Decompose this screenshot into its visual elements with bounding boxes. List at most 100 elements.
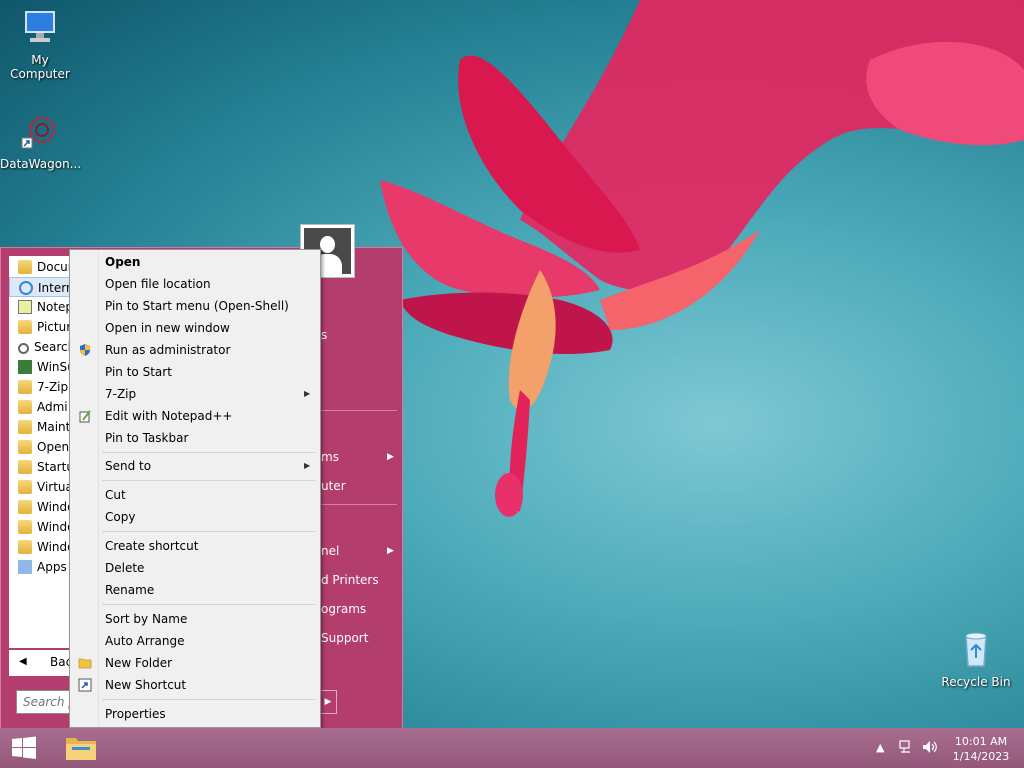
start-right-item-computer[interactable]: uter: [321, 479, 346, 493]
shutdown-arrow-button[interactable]: ▶: [319, 690, 337, 714]
separator: [319, 410, 397, 411]
start-right-item-default-programs[interactable]: ograms: [321, 602, 366, 616]
start-right-item-programs[interactable]: ms: [321, 450, 339, 464]
menu-item-send-to[interactable]: Send to ▶: [72, 455, 318, 477]
recycle-bin-icon: [965, 632, 987, 667]
start-right-item[interactable]: s: [321, 328, 327, 342]
menu-separator: [102, 531, 316, 532]
menu-item-label: Delete: [105, 561, 145, 575]
search-icon: [18, 343, 29, 354]
menu-item-label: Create shortcut: [105, 539, 199, 553]
submenu-arrow-icon: ▶: [387, 452, 394, 462]
folder-icon: [78, 658, 92, 669]
program-label: Admi: [37, 400, 68, 414]
menu-item-sort-by-name[interactable]: Sort by Name: [72, 608, 318, 630]
folder-icon: [18, 380, 32, 394]
menu-item-rename[interactable]: Rename: [72, 579, 318, 601]
folder-icon: [18, 320, 32, 334]
menu-item-pin-to-taskbar[interactable]: Pin to Taskbar: [72, 427, 318, 449]
menu-item-copy[interactable]: Copy: [72, 506, 318, 528]
computer-icon: [25, 11, 55, 42]
menu-item-open[interactable]: Open: [72, 251, 318, 273]
program-label: Apps: [37, 560, 67, 574]
submenu-arrow-icon: ▶: [304, 461, 311, 470]
menu-separator: [102, 480, 316, 481]
tray-show-hidden-icon[interactable]: ▲: [876, 741, 884, 754]
menu-separator: [102, 699, 316, 700]
program-label: Maint: [37, 420, 71, 434]
notepad-icon: [18, 300, 32, 314]
menu-separator: [102, 452, 316, 453]
winscp-icon: [18, 360, 32, 374]
windows-logo-icon: [12, 736, 36, 759]
menu-item-auto-arrange[interactable]: Auto Arrange: [72, 630, 318, 652]
menu-item-delete[interactable]: Delete: [72, 557, 318, 579]
program-label: Docur: [37, 260, 73, 274]
menu-item-edit-notepad-plus-plus[interactable]: Edit with Notepad++: [72, 405, 318, 427]
menu-item-label: Properties: [105, 707, 166, 721]
menu-item-run-as-admin[interactable]: Run as administrator: [72, 339, 318, 361]
desktop-icon-datawagon[interactable]: DataWagon...: [0, 112, 82, 171]
context-menu: Open Open file location Pin to Start men…: [69, 249, 321, 728]
desktop-icon-my-computer[interactable]: My Computer: [0, 8, 80, 81]
back-arrow-icon: ◀: [19, 656, 27, 667]
file-explorer-taskbar-button[interactable]: [62, 732, 100, 764]
start-button[interactable]: [8, 736, 40, 760]
menu-item-label: Edit with Notepad++: [105, 409, 233, 423]
taskbar: ▲ 10:01 AM 1/14/2023: [0, 728, 1024, 768]
menu-item-new-shortcut[interactable]: New Shortcut: [72, 674, 318, 696]
menu-item-pin-start-open-shell[interactable]: Pin to Start menu (Open-Shell): [72, 295, 318, 317]
program-label: WinS(: [37, 360, 72, 374]
menu-item-properties[interactable]: Properties: [72, 703, 318, 725]
desktop-icon-label: Recycle Bin: [941, 675, 1011, 689]
volume-icon[interactable]: [921, 739, 939, 755]
desktop-icon-label: My Computer: [10, 53, 70, 81]
folder-icon: [18, 500, 32, 514]
folder-icon: [18, 400, 32, 414]
folder-icon: [18, 420, 32, 434]
menu-item-open-file-location[interactable]: Open file location: [72, 273, 318, 295]
start-right-item-devices-printers[interactable]: d Printers: [321, 573, 379, 587]
start-right-item-help-support[interactable]: Support: [321, 631, 368, 645]
folder-icon: [18, 260, 32, 274]
clock-date: 1/14/2023: [952, 750, 1010, 763]
menu-item-label: Cut: [105, 488, 126, 502]
folder-icon: [18, 520, 32, 534]
menu-item-7zip[interactable]: 7-Zip ▶: [72, 383, 318, 405]
menu-item-label: Send to: [105, 459, 152, 473]
folder-icon: [18, 480, 32, 494]
file-explorer-icon: [66, 738, 96, 760]
start-right-item-control-panel[interactable]: nel: [321, 544, 339, 558]
menu-item-label: Sort by Name: [105, 612, 188, 626]
folder-icon: [18, 460, 32, 474]
clock-time: 10:01 AM: [954, 735, 1008, 748]
network-icon[interactable]: [898, 739, 914, 755]
menu-item-label: Pin to Start: [105, 365, 172, 379]
taskbar-clock[interactable]: 10:01 AM 1/14/2023: [946, 734, 1016, 764]
menu-item-create-shortcut[interactable]: Create shortcut: [72, 535, 318, 557]
notepad-plus-plus-icon: [79, 410, 91, 423]
menu-item-label: New Folder: [105, 656, 173, 670]
program-label: Notep: [37, 300, 74, 314]
menu-item-label: Rename: [105, 583, 155, 597]
program-label: Pictur: [37, 320, 72, 334]
menu-item-label: Run as administrator: [105, 343, 231, 357]
menu-item-open-new-window[interactable]: Open in new window: [72, 317, 318, 339]
menu-item-label: Open: [105, 255, 141, 269]
menu-item-new-folder[interactable]: New Folder: [72, 652, 318, 674]
menu-item-label: Auto Arrange: [105, 634, 185, 648]
program-label: Virtua: [37, 480, 73, 494]
menu-item-label: New Shortcut: [105, 678, 187, 692]
desktop-icon-label: DataWagon...: [0, 157, 82, 171]
menu-item-cut[interactable]: Cut: [72, 484, 318, 506]
menu-separator: [102, 604, 316, 605]
menu-item-label: Copy: [105, 510, 136, 524]
folder-icon: [18, 440, 32, 454]
menu-item-label: Open file location: [105, 277, 211, 291]
desktop: My Computer DataWagon... Recycle Bin ◀ B…: [0, 0, 1024, 768]
shortcut-icon: [78, 678, 92, 692]
menu-item-label: Pin to Start menu (Open-Shell): [105, 299, 289, 313]
desktop-icon-recycle-bin[interactable]: Recycle Bin: [936, 630, 1016, 689]
menu-item-pin-to-start[interactable]: Pin to Start: [72, 361, 318, 383]
uac-shield-icon: [80, 344, 90, 356]
